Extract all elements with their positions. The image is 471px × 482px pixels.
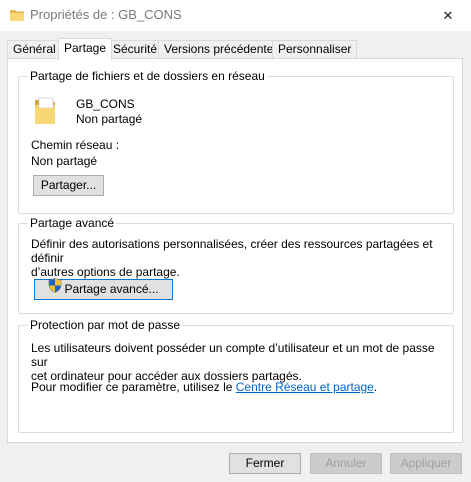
- uac-shield-icon: [48, 278, 62, 299]
- advanced-sharing-legend: Partage avancé: [28, 216, 117, 230]
- tab-versions-precedentes[interactable]: Versions précédentes: [158, 40, 286, 58]
- apply-button[interactable]: Appliquer: [390, 453, 462, 474]
- tab-securite[interactable]: Sécurité: [107, 40, 164, 58]
- close-icon: ✕: [442, 7, 454, 23]
- network-sharing-group: Partage de fichiers et de dossiers en ré…: [18, 69, 454, 214]
- password-protection-description-line1: Les utilisateurs doivent posséder un com…: [31, 341, 435, 369]
- advanced-sharing-button[interactable]: Partage avancé...: [34, 278, 173, 300]
- share-button[interactable]: Partager...: [33, 175, 104, 196]
- close-button[interactable]: Fermer: [229, 453, 301, 474]
- tab-general[interactable]: Général: [7, 40, 62, 58]
- folder-name: GB_CONS: [76, 97, 135, 111]
- password-protection-legend: Protection par mot de passe: [28, 318, 183, 332]
- window-title: Propriétés de : GB_CONS: [30, 7, 182, 22]
- folder-icon: [9, 8, 25, 22]
- advanced-sharing-description-line1: Définir des autorisations personnalisées…: [31, 237, 433, 265]
- folder-icon: [33, 96, 57, 126]
- network-sharing-center-link[interactable]: Centre Réseau et partage: [236, 380, 374, 394]
- change-setting-prefix: Pour modifier ce paramètre, utilisez le: [31, 380, 236, 394]
- cancel-button[interactable]: Annuler: [310, 453, 382, 474]
- change-setting-suffix: .: [373, 380, 378, 394]
- network-path-value: Non partagé: [31, 154, 98, 168]
- advanced-sharing-button-label: Partage avancé...: [64, 282, 159, 296]
- title-bar: Propriétés de : GB_CONS ✕: [0, 0, 471, 31]
- network-sharing-legend: Partage de fichiers et de dossiers en ré…: [28, 69, 267, 83]
- close-window-button[interactable]: ✕: [425, 0, 471, 31]
- tab-partage[interactable]: Partage: [58, 38, 113, 60]
- folder-share-status: Non partagé: [76, 112, 143, 126]
- advanced-sharing-group: Partage avancé Définir des autorisations…: [18, 216, 454, 314]
- password-protection-group: Protection par mot de passe Les utilisat…: [18, 318, 454, 433]
- password-protection-change-text: Pour modifier ce paramètre, utilisez le …: [31, 380, 377, 394]
- tab-panel-partage: Partage de fichiers et de dossiers en ré…: [7, 58, 463, 443]
- network-path-label: Chemin réseau :: [31, 138, 120, 152]
- advanced-sharing-description: Définir des autorisations personnalisées…: [31, 237, 446, 279]
- password-protection-description: Les utilisateurs doivent posséder un com…: [31, 341, 446, 383]
- tab-personnaliser[interactable]: Personnaliser: [272, 40, 358, 58]
